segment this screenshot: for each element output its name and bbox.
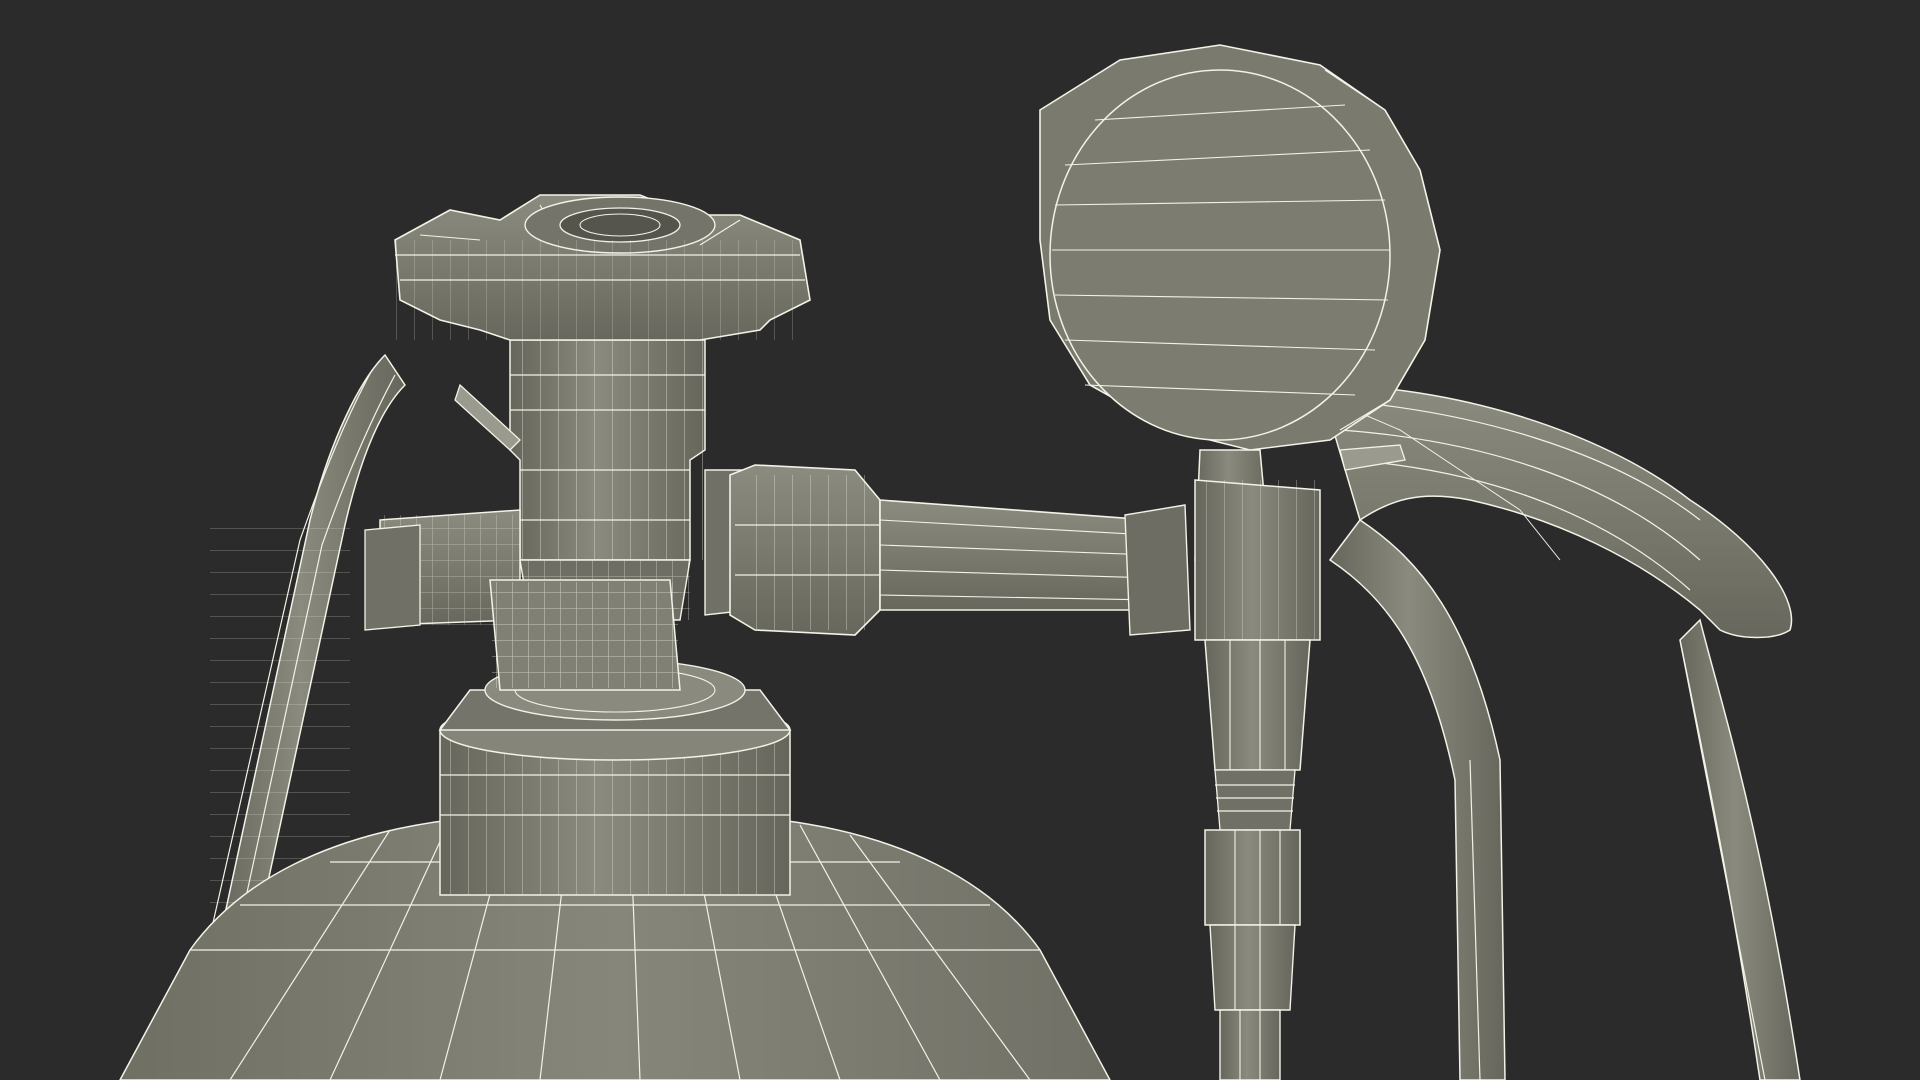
wireframe-render [119,44,1801,1080]
valve-body [509,339,706,621]
right-handle [1318,384,1801,1080]
valve-front-block [489,579,681,691]
horizontal-pipe [704,464,1191,636]
render-viewport [0,0,1920,1080]
handwheel [394,194,811,341]
pressure-gauge [1039,44,1441,451]
gauge-tee-fitting [1194,449,1321,1080]
valve-neck [438,659,792,896]
